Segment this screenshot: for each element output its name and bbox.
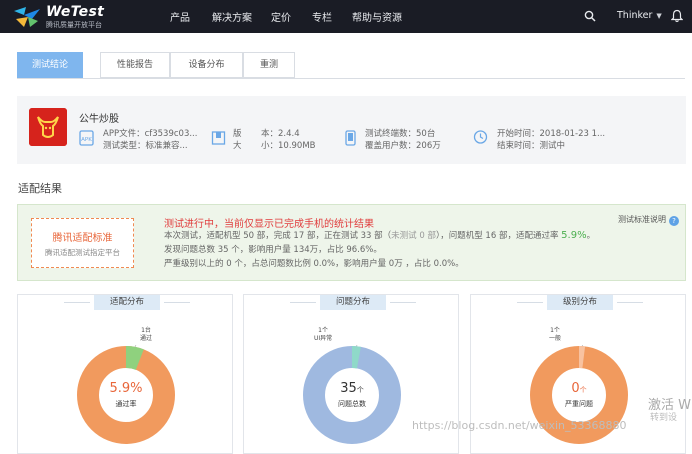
phone-icon bbox=[345, 130, 356, 146]
start-time: 开始时间：2018-01-23 1... bbox=[497, 129, 606, 139]
tab-device-distribution[interactable]: 设备分布 bbox=[170, 52, 243, 78]
chart-center-value: 0个 bbox=[529, 381, 629, 396]
standard-subtitle: 腾讯适配测试指定平台 bbox=[45, 248, 120, 257]
help-icon: ? bbox=[669, 216, 679, 226]
brand-name: WeTest bbox=[46, 4, 105, 20]
chart-callout: 1个 一般 bbox=[549, 327, 561, 343]
chart-card-title: 适配分布 bbox=[64, 295, 190, 310]
package-icon bbox=[211, 131, 226, 145]
app-file-name: APP文件：cf3539c03... bbox=[103, 129, 198, 139]
search-icon[interactable] bbox=[584, 10, 596, 22]
clock-icon bbox=[473, 130, 488, 144]
nav-item-products[interactable]: 产品 bbox=[170, 9, 190, 24]
tab-test-conclusion[interactable]: 测试结论 bbox=[17, 52, 83, 78]
covered-users: 覆盖用户数：206万 bbox=[365, 141, 441, 151]
chart-center-label: 通过率 bbox=[115, 400, 137, 408]
standard-doc-link[interactable]: 测试标准说明? bbox=[618, 214, 679, 226]
brand-tagline: 腾讯质量开放平台 bbox=[46, 21, 102, 29]
standard-badge[interactable]: 腾讯适配标准 腾讯适配测试指定平台 bbox=[31, 218, 134, 268]
nav-item-columns[interactable]: 专栏 bbox=[312, 9, 332, 24]
chart-callout: 1台 通过 bbox=[140, 327, 152, 343]
user-name: Thinker bbox=[617, 10, 653, 21]
result-line-1-prefix: 本次测试，适配机型 50 部，完成 17 部，正在测试 33 部（ bbox=[164, 231, 392, 241]
callout-count: 1个 bbox=[318, 327, 328, 334]
result-line-1: 本次测试，适配机型 50 部，完成 17 部，正在测试 33 部（未测试 0 部… bbox=[164, 229, 595, 241]
tabs-divider bbox=[17, 78, 685, 79]
chart-center-label: 严重问题 bbox=[565, 400, 593, 408]
center-value-number: 35 bbox=[340, 381, 357, 396]
result-line-3: 严重级别以上的 0 个，占总问题数比例 0.0%，影响用户量 0万 ，占比 0.… bbox=[164, 259, 464, 269]
callout-leader-line bbox=[134, 345, 137, 347]
untested-count: 未测试 0 部 bbox=[391, 231, 436, 241]
bell-icon[interactable] bbox=[671, 9, 683, 23]
callout-count: 1台 bbox=[141, 327, 151, 334]
standard-title: 腾讯适配标准 bbox=[52, 233, 113, 244]
section-title: 适配结果 bbox=[18, 182, 62, 195]
wetest-logo-icon bbox=[14, 7, 40, 27]
nav-item-solutions[interactable]: 解决方案 bbox=[212, 9, 252, 24]
end-time: 结束时间：测试中 bbox=[497, 141, 566, 151]
callout-leader-line bbox=[356, 345, 358, 347]
callout-label: UI异常 bbox=[314, 335, 333, 342]
center-value-unit: 个 bbox=[356, 386, 364, 394]
size-prefix: 大 bbox=[233, 141, 242, 151]
chart-card-title: 级别分布 bbox=[517, 295, 643, 310]
wetest-logo[interactable]: WeTest 腾讯质量开放平台 bbox=[12, 4, 122, 30]
nav-item-pricing[interactable]: 定价 bbox=[271, 9, 291, 24]
app-name: 公牛炒股 bbox=[79, 114, 119, 125]
callout-label: 一般 bbox=[549, 335, 562, 342]
bull-logo-icon bbox=[29, 108, 67, 146]
chart-center-value: 35个 bbox=[302, 381, 402, 396]
center-value-unit: 个 bbox=[579, 386, 587, 394]
version-prefix: 版 bbox=[233, 129, 242, 139]
chevron-down-icon: ▼ bbox=[656, 12, 662, 20]
nav-item-help[interactable]: 帮助与资源 bbox=[352, 9, 402, 24]
result-summary: 腾讯适配标准 腾讯适配测试指定平台 测试进行中，当前仅显示已完成手机的统计结果 … bbox=[17, 204, 686, 281]
standard-doc-label: 测试标准说明 bbox=[618, 215, 666, 224]
callout-count: 1个 bbox=[550, 327, 560, 334]
tab-retest[interactable]: 重测 bbox=[243, 52, 295, 78]
activate-windows-subtext: 转到设 bbox=[650, 413, 678, 423]
apk-file-icon: APK bbox=[79, 130, 94, 146]
top-nav-bar: WeTest 腾讯质量开放平台 产品 解决方案 定价 专栏 帮助与资源 Thin… bbox=[0, 0, 692, 33]
result-headline: 测试进行中，当前仅显示已完成手机的统计结果 bbox=[164, 219, 374, 230]
center-value-number: 5.9% bbox=[109, 381, 143, 396]
app-version: 本：2.4.4 bbox=[261, 129, 300, 139]
user-menu[interactable]: Thinker ▼ bbox=[617, 10, 662, 21]
chart-center-label: 问题总数 bbox=[338, 400, 366, 408]
result-line-1-suffix: 。 bbox=[586, 231, 596, 241]
svg-text:APK: APK bbox=[81, 137, 92, 143]
center-value-number: 0 bbox=[571, 381, 580, 396]
blog-url-watermark: https://blog.csdn.net/weixin_53368880 bbox=[412, 419, 627, 432]
app-info-panel: 公牛炒股 APK APP文件：cf3539c03... 测试类型：标准兼容...… bbox=[17, 96, 686, 164]
pass-rate: 5.9% bbox=[561, 230, 587, 241]
chart-card-title: 问题分布 bbox=[290, 295, 416, 310]
callout-label: 通过 bbox=[140, 335, 153, 342]
tab-performance-report[interactable]: 性能报告 bbox=[100, 52, 170, 78]
callout-leader-line bbox=[581, 345, 583, 347]
chart-callout: 1个 UI异常 bbox=[314, 327, 332, 343]
result-line-1-mid: ），问题机型 16 部，适配通过率 bbox=[435, 231, 562, 241]
test-type: 测试类型：标准兼容... bbox=[103, 141, 188, 151]
chart-card-adaptation: 适配分布 1台 通过 5.9% 通过率 bbox=[17, 294, 233, 454]
result-line-2: 发现问题总数 35 个，影响用户量 134万，占比 96.6%。 bbox=[164, 245, 382, 255]
device-count: 测试终端数：50台 bbox=[365, 129, 436, 139]
chart-center-value: 5.9% bbox=[76, 381, 176, 396]
app-size: 小：10.90MB bbox=[261, 141, 316, 151]
